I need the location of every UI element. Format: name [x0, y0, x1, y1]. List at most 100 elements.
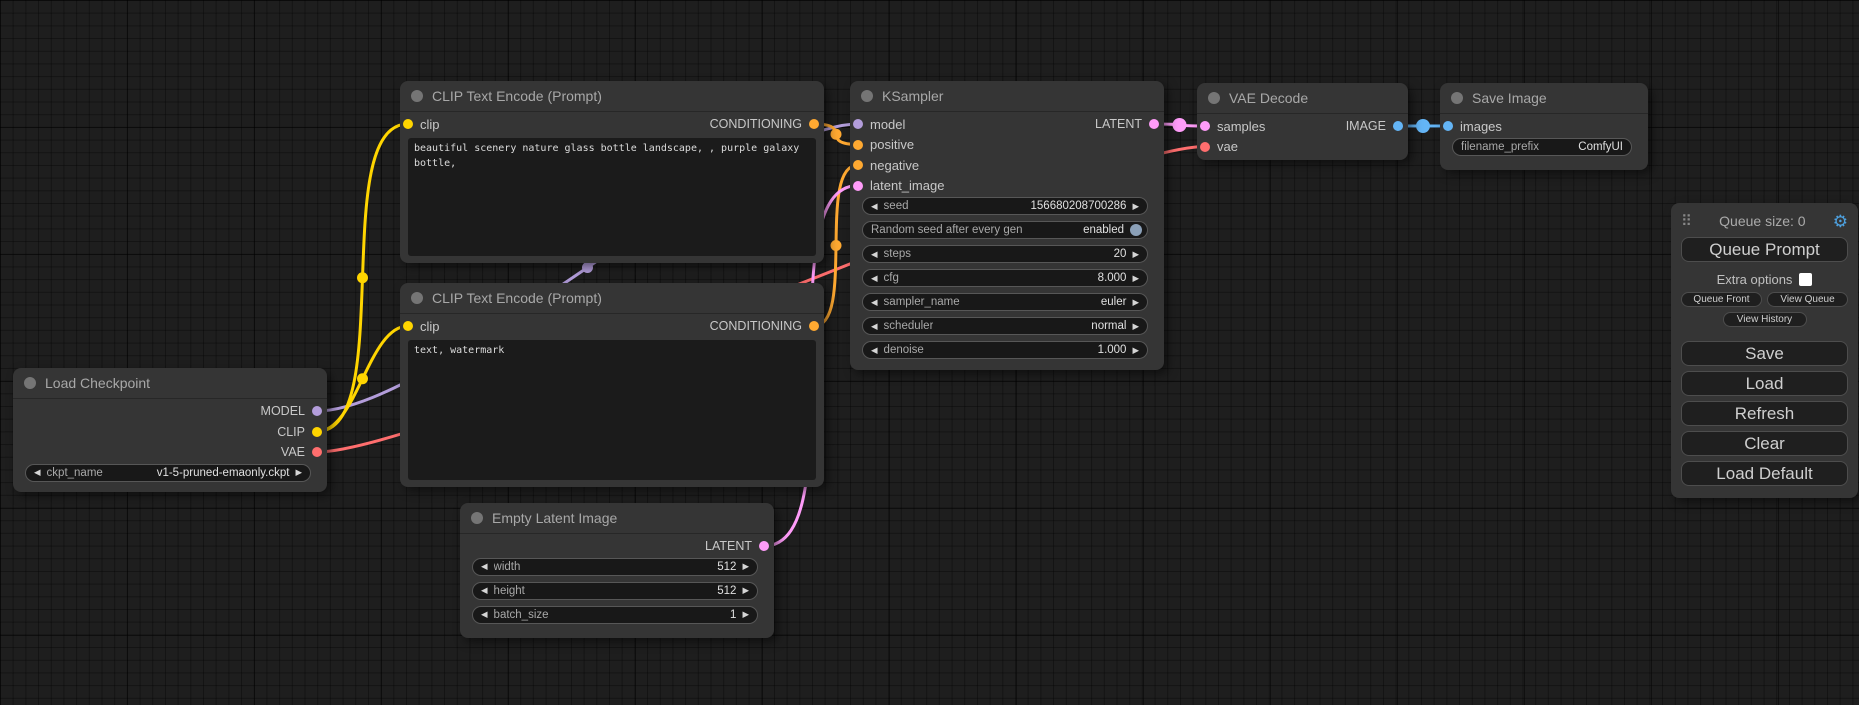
- output-dot-VAE[interactable]: [312, 447, 322, 457]
- output-slot-LATENT[interactable]: LATENT: [705, 537, 769, 555]
- node-title-bar[interactable]: Empty Latent Image: [460, 503, 774, 534]
- node-title-bar[interactable]: Load Checkpoint: [13, 368, 327, 399]
- increment-arrow-icon[interactable]: ▶: [742, 609, 749, 620]
- node-vae-decode[interactable]: VAE Decode samples vae IMAGE: [1197, 83, 1408, 160]
- decrement-arrow-icon[interactable]: ◀: [871, 345, 878, 356]
- node-collapse-dot[interactable]: [24, 377, 36, 389]
- decrement-arrow-icon[interactable]: ◀: [481, 609, 488, 620]
- widget-denoise[interactable]: ◀denoise1.000▶: [862, 341, 1148, 359]
- increment-arrow-icon[interactable]: ▶: [1132, 297, 1139, 308]
- prompt-textarea[interactable]: beautiful scenery nature glass bottle la…: [408, 138, 816, 256]
- output-slot-CONDITIONING[interactable]: CONDITIONING: [710, 317, 819, 335]
- save-button[interactable]: Save: [1681, 341, 1848, 366]
- extra-options-checkbox[interactable]: [1799, 273, 1812, 286]
- output-dot-IMAGE[interactable]: [1393, 121, 1403, 131]
- widget-Random seed after every gen[interactable]: Random seed after every genenabled: [862, 221, 1148, 239]
- node-collapse-dot[interactable]: [861, 90, 873, 102]
- node-collapse-dot[interactable]: [1451, 92, 1463, 104]
- node-collapse-dot[interactable]: [411, 292, 423, 304]
- load-default-button[interactable]: Load Default: [1681, 461, 1848, 486]
- output-dot-CLIP[interactable]: [312, 427, 322, 437]
- widget-sampler_name[interactable]: ◀sampler_nameeuler▶: [862, 293, 1148, 311]
- output-dot-MODEL[interactable]: [312, 406, 322, 416]
- increment-arrow-icon[interactable]: ▶: [1132, 249, 1139, 260]
- input-slot-samples[interactable]: samples: [1200, 117, 1265, 135]
- node-clip-encode-2[interactable]: CLIP Text Encode (Prompt) clip CONDITIONIN…: [400, 283, 824, 487]
- output-slot-VAE[interactable]: VAE: [281, 443, 322, 461]
- input-slot-clip[interactable]: clip: [403, 317, 440, 335]
- input-dot-negative[interactable]: [853, 160, 863, 170]
- view-history-button[interactable]: View History: [1723, 312, 1807, 327]
- node-save-image[interactable]: Save Image images filename_prefixComfyUI: [1440, 83, 1648, 170]
- widget-steps[interactable]: ◀steps20▶: [862, 245, 1148, 263]
- widget-seed[interactable]: ◀seed156680208700286▶: [862, 197, 1148, 215]
- queue-front-button[interactable]: Queue Front: [1681, 292, 1762, 307]
- input-dot-vae[interactable]: [1200, 142, 1210, 152]
- input-slot-model[interactable]: model: [853, 115, 905, 133]
- input-slot-vae[interactable]: vae: [1200, 138, 1238, 156]
- output-slot-LATENT[interactable]: LATENT: [1095, 115, 1159, 133]
- node-title-bar[interactable]: VAE Decode: [1197, 83, 1408, 114]
- widget-filename_prefix[interactable]: filename_prefixComfyUI: [1452, 138, 1632, 156]
- input-slot-latent_image[interactable]: latent_image: [853, 177, 944, 195]
- output-dot-LATENT[interactable]: [759, 541, 769, 551]
- output-slot-CLIP[interactable]: CLIP: [277, 423, 322, 441]
- increment-arrow-icon[interactable]: ▶: [1132, 321, 1139, 332]
- decrement-arrow-icon[interactable]: ◀: [481, 585, 488, 596]
- input-slot-images[interactable]: images: [1443, 117, 1502, 135]
- output-dot-CONDITIONING[interactable]: [809, 119, 819, 129]
- increment-arrow-icon[interactable]: ▶: [742, 585, 749, 596]
- output-slot-IMAGE[interactable]: IMAGE: [1346, 117, 1403, 135]
- node-clip-encode-1[interactable]: CLIP Text Encode (Prompt) clip CONDITIONIN…: [400, 81, 824, 263]
- decrement-arrow-icon[interactable]: ◀: [871, 297, 878, 308]
- widget-cfg[interactable]: ◀cfg8.000▶: [862, 269, 1148, 287]
- comfyui-canvas[interactable]: Load Checkpoint MODEL CLIP VAE ◀ckpt_namev1-…: [0, 0, 1859, 705]
- input-dot-clip[interactable]: [403, 321, 413, 331]
- node-empty-latent[interactable]: Empty Latent Image LATENT ◀width512▶ ◀heigh…: [460, 503, 774, 638]
- settings-gear-icon[interactable]: ⚙: [1833, 213, 1848, 230]
- clear-button[interactable]: Clear: [1681, 431, 1848, 456]
- widget-scheduler[interactable]: ◀schedulernormal▶: [862, 317, 1148, 335]
- input-slot-negative[interactable]: negative: [853, 156, 919, 174]
- decrement-arrow-icon[interactable]: ◀: [871, 273, 878, 284]
- node-title-bar[interactable]: CLIP Text Encode (Prompt): [400, 283, 824, 314]
- output-slot-MODEL[interactable]: MODEL: [261, 402, 322, 420]
- node-title-bar[interactable]: Save Image: [1440, 83, 1648, 114]
- toggle-knob[interactable]: [1130, 224, 1142, 236]
- increment-arrow-icon[interactable]: ▶: [1132, 273, 1139, 284]
- input-dot-positive[interactable]: [853, 140, 863, 150]
- output-dot-LATENT[interactable]: [1149, 119, 1159, 129]
- node-load-checkpoint[interactable]: Load Checkpoint MODEL CLIP VAE ◀ckpt_namev1-…: [13, 368, 327, 492]
- drag-handle-icon[interactable]: ⠿: [1681, 212, 1692, 230]
- queue-prompt-button[interactable]: Queue Prompt: [1681, 237, 1848, 262]
- input-dot-clip[interactable]: [403, 119, 413, 129]
- load-button[interactable]: Load: [1681, 371, 1848, 396]
- increment-arrow-icon[interactable]: ▶: [1132, 345, 1139, 356]
- node-collapse-dot[interactable]: [411, 90, 423, 102]
- node-collapse-dot[interactable]: [471, 512, 483, 524]
- increment-arrow-icon[interactable]: ▶: [742, 561, 749, 572]
- widget-height[interactable]: ◀height512▶: [472, 582, 758, 600]
- input-dot-model[interactable]: [853, 119, 863, 129]
- input-slot-positive[interactable]: positive: [853, 136, 914, 154]
- decrement-arrow-icon[interactable]: ◀: [871, 321, 878, 332]
- input-dot-images[interactable]: [1443, 121, 1453, 131]
- output-slot-CONDITIONING[interactable]: CONDITIONING: [710, 115, 819, 133]
- widget-width[interactable]: ◀width512▶: [472, 558, 758, 576]
- input-dot-latent_image[interactable]: [853, 181, 863, 191]
- increment-arrow-icon[interactable]: ▶: [295, 467, 302, 478]
- node-title-bar[interactable]: CLIP Text Encode (Prompt): [400, 81, 824, 112]
- input-slot-clip[interactable]: clip: [403, 115, 440, 133]
- prompt-textarea[interactable]: text, watermark: [408, 340, 816, 480]
- refresh-button[interactable]: Refresh: [1681, 401, 1848, 426]
- node-title-bar[interactable]: KSampler: [850, 81, 1164, 112]
- node-collapse-dot[interactable]: [1208, 92, 1220, 104]
- decrement-arrow-icon[interactable]: ◀: [871, 249, 878, 260]
- input-dot-samples[interactable]: [1200, 121, 1210, 131]
- view-queue-button[interactable]: View Queue: [1767, 292, 1848, 307]
- decrement-arrow-icon[interactable]: ◀: [34, 467, 41, 478]
- increment-arrow-icon[interactable]: ▶: [1132, 201, 1139, 212]
- decrement-arrow-icon[interactable]: ◀: [481, 561, 488, 572]
- decrement-arrow-icon[interactable]: ◀: [871, 201, 878, 212]
- widget-ckpt_name[interactable]: ◀ckpt_namev1-5-pruned-emaonly.ckpt▶: [25, 464, 311, 482]
